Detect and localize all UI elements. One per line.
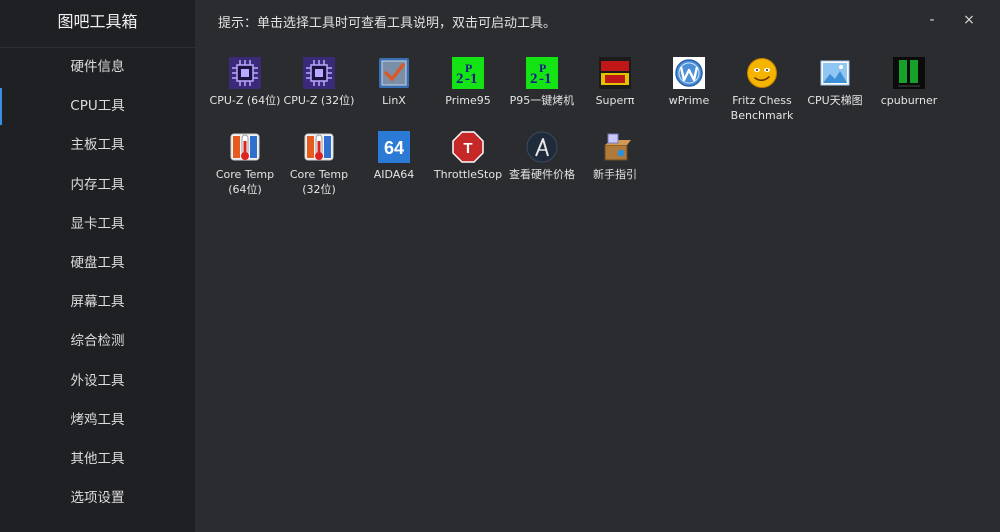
sidebar-item-peripheral-tools[interactable]: 外设工具 bbox=[0, 362, 195, 401]
tool-label: Superπ bbox=[595, 94, 635, 107]
svg-text:2: 2 bbox=[456, 71, 464, 87]
tool-label: CPU-Z (32位) bbox=[283, 94, 355, 107]
sidebar-item-comprehensive-test[interactable]: 综合检测 bbox=[0, 322, 195, 361]
tool-label: 新手指引 bbox=[593, 168, 637, 181]
tool-cpu-ladder[interactable]: CPU天梯图 bbox=[798, 57, 872, 108]
tool-label: Prime95 bbox=[445, 94, 491, 107]
tool-label: ThrottleStop bbox=[433, 168, 503, 181]
tool-label: wPrime bbox=[668, 94, 710, 107]
svg-text:64: 64 bbox=[384, 138, 404, 158]
svg-text:2: 2 bbox=[530, 71, 538, 87]
tool-fritz-chess-benchmark[interactable]: Fritz Chess Benchmark bbox=[725, 57, 799, 123]
tool-grid: CPU-Z (64位) CPU-Z (32位) LinX 2 P -1 Prim… bbox=[195, 48, 1000, 532]
sidebar-item-motherboard-tools[interactable]: 主板工具 bbox=[0, 126, 195, 165]
hint-text: 提示：单击选择工具时可查看工具说明，双击可启动工具。 bbox=[218, 16, 557, 31]
tool-coretemp-64[interactable]: Core Temp (64位) bbox=[208, 131, 282, 197]
tool-label: Fritz Chess Benchmark bbox=[730, 94, 794, 122]
sidebar-item-gpu-tools[interactable]: 显卡工具 bbox=[0, 205, 195, 244]
tool-label: Core Temp (32位) bbox=[289, 168, 349, 196]
svg-text:-1: -1 bbox=[465, 71, 478, 87]
tool-hardware-price[interactable]: 查看硬件价格 bbox=[505, 131, 579, 182]
sidebar-item-memory-tools[interactable]: 内存工具 bbox=[0, 166, 195, 205]
sidebar-item-screen-tools[interactable]: 屏幕工具 bbox=[0, 283, 195, 322]
cpu-z-icon bbox=[229, 57, 261, 89]
tool-prime95[interactable]: 2 P -1 Prime95 bbox=[431, 57, 505, 108]
tool-label: 查看硬件价格 bbox=[509, 168, 575, 181]
tool-label: AIDA64 bbox=[373, 168, 415, 181]
app-title: 图吧工具箱 bbox=[0, 0, 195, 48]
cpuburner-icon bbox=[893, 57, 925, 89]
tool-linx[interactable]: LinX bbox=[357, 57, 431, 108]
thermometer-icon bbox=[304, 133, 334, 161]
price-check-icon bbox=[526, 131, 558, 163]
picture-icon bbox=[820, 60, 850, 86]
tool-cpuburner[interactable]: cpuburner bbox=[872, 57, 946, 108]
tool-label: Core Temp (64位) bbox=[215, 168, 275, 196]
tool-coretemp-32[interactable]: Core Temp (32位) bbox=[282, 131, 356, 197]
stop-sign-icon: T bbox=[452, 131, 484, 163]
linx-icon bbox=[379, 58, 409, 88]
fritz-smiley-icon bbox=[747, 58, 777, 88]
sidebar-nav: 硬件信息 CPU工具 主板工具 内存工具 显卡工具 硬盘工具 屏幕工具 综合检测… bbox=[0, 48, 195, 518]
svg-text:-1: -1 bbox=[539, 71, 552, 87]
tool-label: LinX bbox=[382, 94, 406, 107]
sidebar-item-stress-tools[interactable]: 烤鸡工具 bbox=[0, 401, 195, 440]
tool-label: CPU天梯图 bbox=[807, 94, 863, 107]
close-button[interactable]: × bbox=[958, 10, 980, 32]
tool-p95-burnin[interactable]: 2 P -1 P95一键烤机 bbox=[505, 57, 579, 108]
minimize-button[interactable]: - bbox=[921, 10, 943, 32]
tool-throttlestop[interactable]: T ThrottleStop bbox=[431, 131, 505, 182]
svg-text:T: T bbox=[463, 140, 472, 157]
thermometer-icon bbox=[230, 133, 260, 161]
sidebar-item-settings[interactable]: 选项设置 bbox=[0, 479, 195, 518]
tool-label: P95一键烤机 bbox=[509, 94, 575, 107]
wprime-icon bbox=[673, 57, 705, 89]
prime95-icon: 2 P -1 bbox=[526, 57, 558, 89]
cpu-z-icon bbox=[303, 57, 335, 89]
sidebar-item-other-tools[interactable]: 其他工具 bbox=[0, 440, 195, 479]
top-bar: 提示：单击选择工具时可查看工具说明，双击可启动工具。 - × bbox=[195, 0, 1000, 40]
superpi-icon bbox=[599, 57, 631, 89]
sidebar: 图吧工具箱 硬件信息 CPU工具 主板工具 内存工具 显卡工具 硬盘工具 屏幕工… bbox=[0, 0, 195, 532]
sidebar-item-cpu-tools[interactable]: CPU工具 bbox=[0, 87, 195, 126]
tool-newbie-guide[interactable]: 新手指引 bbox=[578, 131, 652, 182]
tool-wprime[interactable]: wPrime bbox=[652, 57, 726, 108]
tool-superpi[interactable]: Superπ bbox=[578, 57, 652, 108]
tool-aida64[interactable]: 64 AIDA64 bbox=[357, 131, 431, 182]
tool-label: cpuburner bbox=[880, 94, 938, 107]
guide-box-icon bbox=[604, 133, 631, 161]
aida64-icon: 64 bbox=[378, 131, 410, 163]
sidebar-item-hardware-info[interactable]: 硬件信息 bbox=[0, 48, 195, 87]
sidebar-item-disk-tools[interactable]: 硬盘工具 bbox=[0, 244, 195, 283]
tool-label: CPU-Z (64位) bbox=[209, 94, 281, 107]
tool-cpu-z-64[interactable]: CPU-Z (64位) bbox=[208, 57, 282, 108]
prime95-icon: 2 P -1 bbox=[452, 57, 484, 89]
tool-cpu-z-32[interactable]: CPU-Z (32位) bbox=[282, 57, 356, 108]
